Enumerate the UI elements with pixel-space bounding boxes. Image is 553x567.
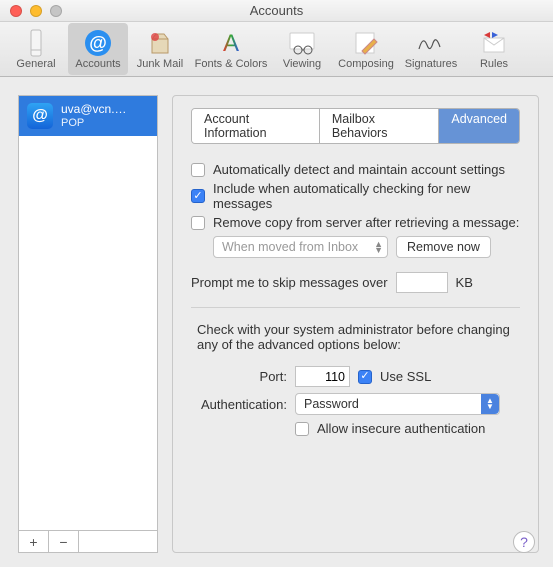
account-row[interactable]: @ uva@vcn.… POP xyxy=(19,96,157,136)
toolbar-label: Composing xyxy=(338,58,394,70)
separator xyxy=(191,307,520,308)
include-check-label: Include when automatically checking for … xyxy=(213,181,520,211)
remove-now-button[interactable]: Remove now xyxy=(396,236,491,258)
junk-icon xyxy=(145,28,175,58)
use-ssl-checkbox[interactable] xyxy=(358,370,372,384)
signature-icon xyxy=(416,28,446,58)
svg-text:@: @ xyxy=(89,33,107,53)
remove-copy-label: Remove copy from server after retrieving… xyxy=(213,215,519,230)
tab-mailbox-behaviors[interactable]: Mailbox Behaviors xyxy=(320,109,440,143)
port-label: Port: xyxy=(191,369,287,384)
toolbar-junk[interactable]: Junk Mail xyxy=(130,23,190,75)
allow-insecure-label: Allow insecure authentication xyxy=(317,421,485,436)
remove-account-button[interactable]: − xyxy=(49,531,79,552)
tab-advanced[interactable]: Advanced xyxy=(439,109,519,143)
toolbar-label: Fonts & Colors xyxy=(195,58,268,70)
port-input[interactable] xyxy=(295,366,350,387)
settings-panel: Account Information Mailbox Behaviors Ad… xyxy=(172,95,539,553)
tabs: Account Information Mailbox Behaviors Ad… xyxy=(191,108,520,144)
prompt-skip-label: Prompt me to skip messages over xyxy=(191,275,388,290)
tab-account-info[interactable]: Account Information xyxy=(192,109,320,143)
admin-note: Check with your system administrator bef… xyxy=(191,322,520,362)
remove-when-select[interactable]: When moved from Inbox ▲▼ xyxy=(213,236,388,258)
add-account-button[interactable]: + xyxy=(19,531,49,552)
auth-value: Password xyxy=(304,397,359,411)
fonts-icon: A xyxy=(216,28,246,58)
use-ssl-label: Use SSL xyxy=(380,369,431,384)
accounts-sidebar: @ uva@vcn.… POP + − xyxy=(18,95,158,553)
toolbar-viewing[interactable]: Viewing xyxy=(272,23,332,75)
toolbar-label: Junk Mail xyxy=(137,58,183,70)
toolbar-general[interactable]: General xyxy=(6,23,66,75)
at-icon: @ xyxy=(27,103,53,129)
prompt-skip-unit: KB xyxy=(456,275,473,290)
toolbar-label: General xyxy=(16,58,55,70)
remove-copy-checkbox[interactable] xyxy=(191,216,205,230)
account-type: POP xyxy=(61,117,127,129)
account-name: uva@vcn.… xyxy=(61,103,127,116)
prompt-skip-input[interactable] xyxy=(396,272,448,293)
remove-when-value: When moved from Inbox xyxy=(222,240,358,254)
toolbar-accounts[interactable]: @ Accounts xyxy=(68,23,128,75)
toolbar-label: Rules xyxy=(480,58,508,70)
svg-text:A: A xyxy=(223,30,239,57)
auth-label: Authentication: xyxy=(191,397,287,412)
toolbar-rules[interactable]: Rules xyxy=(464,23,524,75)
toolbar-fonts[interactable]: A Fonts & Colors xyxy=(192,23,270,75)
titlebar: Accounts xyxy=(0,0,553,22)
window-title: Accounts xyxy=(0,3,553,18)
help-button[interactable]: ? xyxy=(513,531,535,553)
accounts-list[interactable]: @ uva@vcn.… POP xyxy=(18,95,158,531)
allow-insecure-checkbox[interactable] xyxy=(295,422,309,436)
toolbar: General @ Accounts Junk Mail A Fonts & C… xyxy=(0,22,553,77)
viewing-icon xyxy=(287,28,317,58)
toolbar-label: Signatures xyxy=(405,58,458,70)
toolbar-signatures[interactable]: Signatures xyxy=(400,23,462,75)
toolbar-composing[interactable]: Composing xyxy=(334,23,398,75)
sidebar-spacer xyxy=(79,531,157,552)
compose-icon xyxy=(351,28,381,58)
auto-detect-checkbox[interactable] xyxy=(191,163,205,177)
toolbar-label: Viewing xyxy=(283,58,321,70)
at-icon: @ xyxy=(83,28,113,58)
toolbar-label: Accounts xyxy=(75,58,120,70)
auto-detect-label: Automatically detect and maintain accoun… xyxy=(213,162,505,177)
general-icon xyxy=(21,28,51,58)
rules-icon xyxy=(479,28,509,58)
include-check-checkbox[interactable] xyxy=(191,189,205,203)
auth-select[interactable]: Password ▲▼ xyxy=(295,393,500,415)
